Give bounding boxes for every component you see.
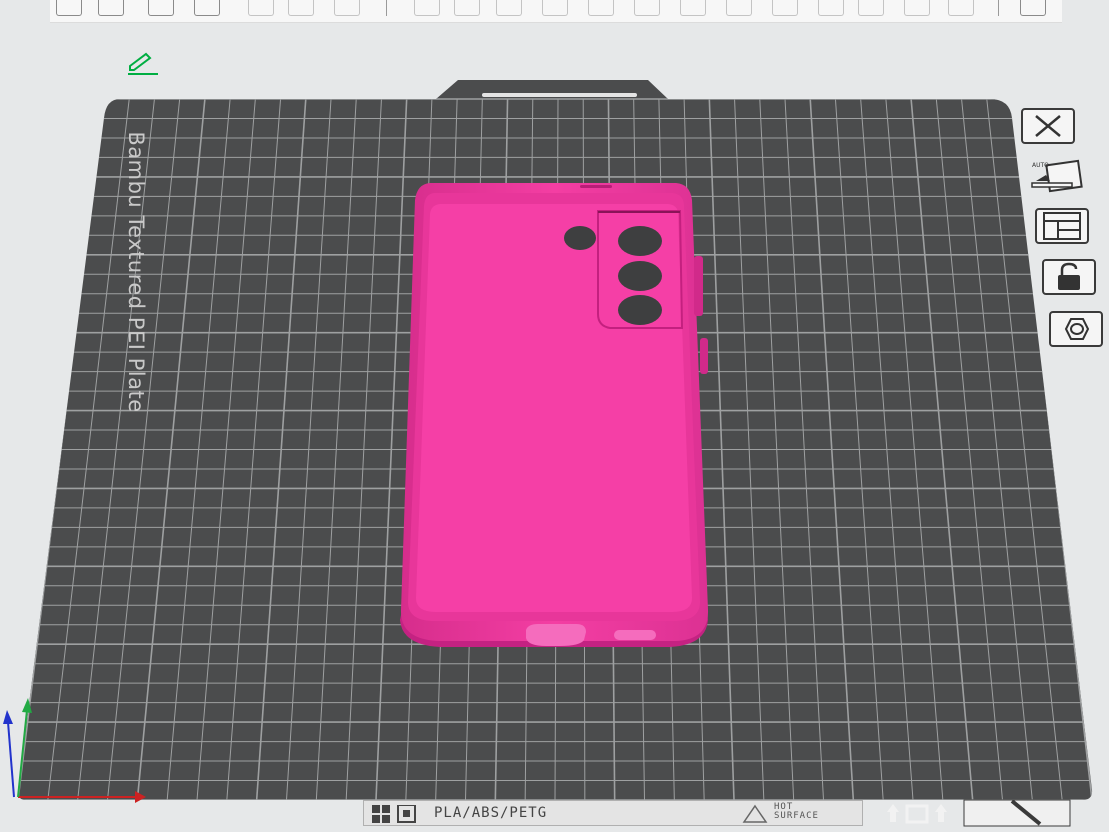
arrange-plate-button[interactable] bbox=[1035, 208, 1089, 244]
plate-logo-icon bbox=[372, 805, 416, 823]
plate-info-strip: PLA/ABS/PETG HOT SURFACE bbox=[363, 800, 863, 826]
auto-label: AUTO bbox=[1032, 162, 1049, 169]
warning-triangle-icon bbox=[742, 804, 768, 823]
auto-orient-plate-button[interactable]: AUTO bbox=[1028, 157, 1084, 193]
unlock-icon bbox=[1058, 262, 1080, 290]
lock-plate-button[interactable] bbox=[1042, 259, 1096, 295]
hexagon-nut-icon bbox=[1064, 318, 1090, 340]
filament-compat-label: PLA/ABS/PETG bbox=[434, 805, 548, 821]
plate-handle bbox=[482, 93, 637, 97]
phone-case-model[interactable] bbox=[400, 183, 709, 647]
3d-viewport[interactable] bbox=[0, 0, 1109, 832]
close-plate-button[interactable] bbox=[1021, 108, 1075, 144]
plate-settings-button[interactable] bbox=[1049, 311, 1103, 347]
auto-orient-icon: AUTO bbox=[1031, 159, 1083, 193]
hot-surface-label: HOT SURFACE bbox=[774, 803, 819, 821]
surface-text: SURFACE bbox=[774, 811, 819, 821]
plate-orientation-icon bbox=[887, 804, 947, 824]
plate-type-text: Bambu Textured PEI Plate bbox=[124, 131, 148, 413]
close-icon bbox=[1035, 115, 1061, 137]
arrange-icon bbox=[1043, 212, 1081, 240]
